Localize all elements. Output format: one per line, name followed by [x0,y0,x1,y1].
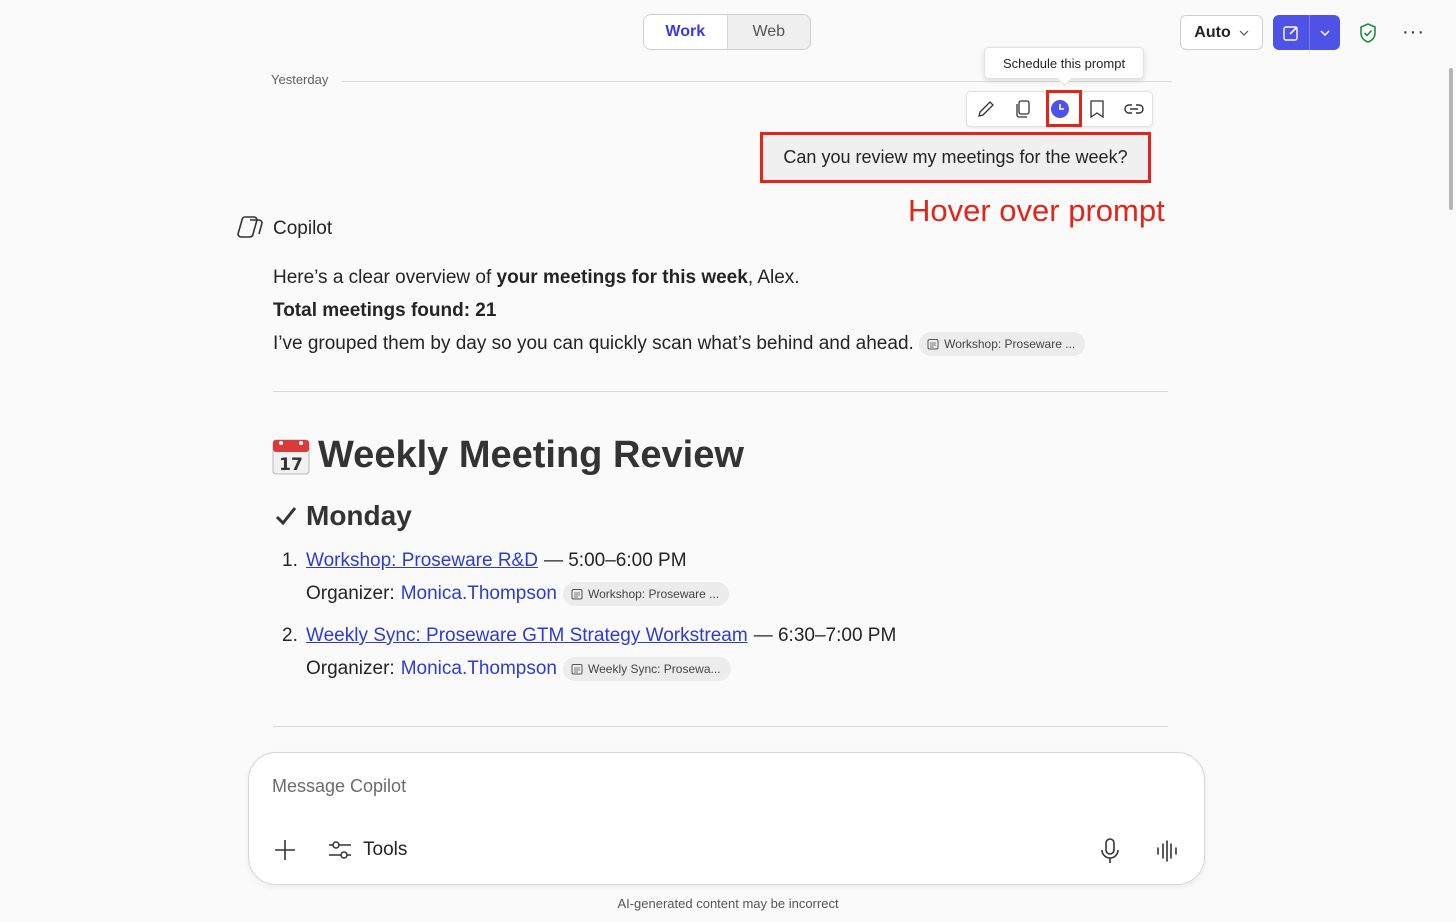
list-item: Weekly Sync: Proseware GTM Strategy Work… [306,625,896,647]
scrollbar-thumb[interactable] [1449,68,1453,210]
review-heading: 17 Weekly Meeting Review [272,434,744,477]
shield-icon[interactable] [1357,22,1379,49]
intro-bold: your meetings for this week [496,267,748,288]
date-divider-label: Yesterday [271,72,329,87]
annotation-text: Hover over prompt [908,193,1165,228]
calendar-icon [571,589,583,600]
edit-button[interactable] [967,91,1004,127]
intro-text-end: , Alex. [747,267,800,288]
plus-icon [275,840,295,860]
date-divider [342,81,1172,82]
meeting-link[interactable]: Weekly Sync: Proseware GTM Strategy Work… [306,625,748,647]
calendar-emoji-icon: 17 [272,439,310,475]
assistant-name: Copilot [273,218,333,239]
model-label: Auto [1194,23,1231,41]
copilot-logo-icon [236,214,264,245]
mode-toggle: Work Web [643,14,811,50]
highlight-box [1046,90,1082,127]
edit-icon [977,101,994,117]
more-icon[interactable]: ··· [1402,22,1425,42]
mic-icon [1101,838,1119,863]
citation-chip[interactable]: Workshop: Proseware ... [919,332,1086,356]
organizer-line: Organizer: Monica.Thompson Weekly Sync: … [306,657,731,681]
ai-disclaimer: AI-generated content may be incorrect [617,896,839,911]
bookmark-button[interactable] [1078,91,1115,127]
copy-icon [1015,100,1030,118]
organizer-line: Organizer: Monica.Thompson Workshop: Pro… [306,582,730,606]
citation-chip[interactable]: Workshop: Proseware ... [563,582,730,606]
mic-button[interactable] [1100,838,1120,869]
tab-work[interactable]: Work [644,15,728,49]
day-heading-text: Monday [306,500,412,531]
new-chat-button[interactable] [1273,15,1310,50]
tab-web[interactable]: Web [728,15,811,49]
bookmark-icon [1089,100,1104,119]
organizer-label: Organizer: [306,658,395,679]
tools-icon [329,841,351,859]
user-prompt[interactable]: Can you review my meetings for the week? [760,132,1151,183]
organizer-name[interactable]: Monica.Thompson [401,583,557,605]
add-button[interactable] [273,838,297,867]
day-heading: Monday [274,500,412,532]
intro-paragraph: Here’s a clear overview of your meetings… [273,267,800,289]
tools-label: Tools [363,839,408,860]
citation-chip-label: Weekly Sync: Prosewa... [588,662,721,676]
review-heading-text: Weekly Meeting Review [318,434,744,476]
organizer-name[interactable]: Monica.Thompson [401,658,557,680]
model-selector[interactable]: Auto [1180,15,1263,50]
schedule-tooltip: Schedule this prompt [984,47,1144,79]
copy-button[interactable] [1004,91,1041,127]
svg-text:17: 17 [279,455,303,475]
total-meetings: Total meetings found: 21 [273,300,497,321]
message-composer[interactable] [248,752,1205,885]
share-link-button[interactable] [1115,91,1152,127]
calendar-icon [927,339,939,350]
meeting-time: — 5:00–6:00 PM [543,550,687,571]
tools-button[interactable]: Tools [327,838,407,862]
message-input[interactable]: Message Copilot [272,776,406,797]
voice-mode-button[interactable] [1155,840,1179,867]
list-number: 2. [282,625,298,646]
section-divider [273,391,1168,392]
meeting-link[interactable]: Workshop: Proseware R&D [306,550,538,572]
meeting-time: — 6:30–7:00 PM [753,625,897,646]
calendar-icon [571,664,583,675]
chevron-down-icon [1239,30,1249,36]
new-chat-button-group [1273,15,1340,50]
citation-chip[interactable]: Weekly Sync: Prosewa... [563,657,731,681]
link-icon [1123,104,1144,114]
compose-icon [1283,25,1298,41]
check-icon [275,507,297,526]
list-number: 1. [282,550,298,571]
intro-text: Here’s a clear overview of [273,267,497,288]
organizer-label: Organizer: [306,583,395,604]
new-chat-dropdown[interactable] [1310,15,1340,50]
section-divider [273,726,1168,727]
citation-chip-label: Workshop: Proseware ... [588,587,720,601]
grouped-paragraph: I’ve grouped them by day so you can quic… [273,332,1086,356]
chevron-down-icon [1320,29,1330,36]
list-item: Workshop: Proseware R&D — 5:00–6:00 PM [306,550,687,572]
grouped-text: I’ve grouped them by day so you can quic… [273,333,914,355]
voice-icon [1157,840,1177,862]
citation-chip-label: Workshop: Proseware ... [944,337,1076,351]
